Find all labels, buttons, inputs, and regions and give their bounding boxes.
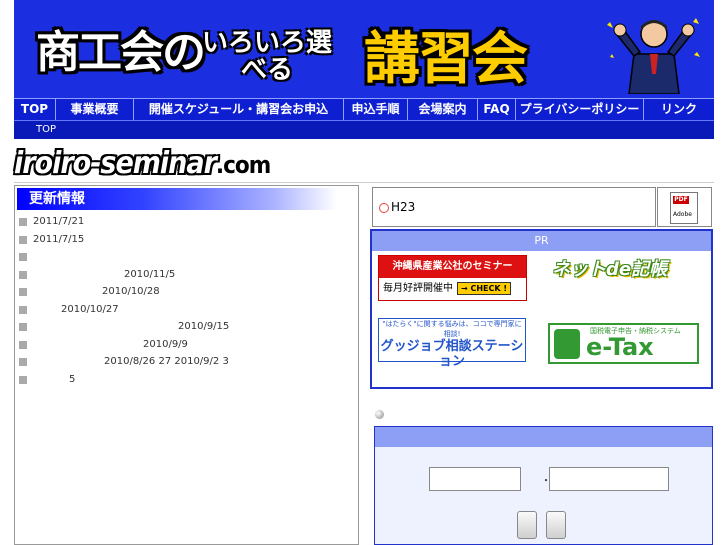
ad-okinawa-title: 沖縄県産業公社のセミナー	[379, 256, 526, 278]
notice-text: H23	[391, 200, 416, 214]
nav-item-4[interactable]: 会場案内	[408, 99, 478, 120]
site-logo-row: iroiro-seminar.com	[14, 141, 714, 183]
etax-figure-icon	[554, 329, 580, 359]
square-bullet-icon	[19, 253, 27, 261]
nav-item-7[interactable]: リンク	[644, 99, 714, 120]
header-banner: 商工会の いろいろ選べる 講習会	[14, 0, 714, 98]
site-logo-tld: .com	[215, 151, 271, 179]
login-panel: ・	[374, 426, 713, 545]
breadcrumb-top-link[interactable]: TOP	[36, 124, 56, 135]
update-item[interactable]: 2011/7/21	[19, 214, 349, 232]
ad-etax-title: e-Tax	[586, 333, 654, 361]
businessman-mascot-icon	[607, 18, 700, 94]
banner-title-1: 商工会の	[36, 27, 206, 78]
banner-title-2: いろいろ選べる	[201, 28, 332, 85]
square-bullet-icon	[19, 340, 27, 349]
update-item[interactable]: 2011/7/15	[19, 232, 349, 250]
nav-item-1[interactable]: 事業概要	[56, 99, 134, 120]
update-text: 5	[69, 373, 76, 385]
update-text: 2010/9/9	[143, 338, 188, 350]
update-item[interactable]: 2010/11/5	[19, 267, 349, 285]
square-bullet-icon	[19, 323, 27, 331]
square-bullet-icon	[19, 218, 27, 226]
site-logo-name: iroiro-seminar	[14, 146, 217, 181]
square-bullet-icon	[19, 288, 27, 296]
nav-item-0[interactable]: TOP	[14, 99, 56, 120]
update-item[interactable]: 2010/10/28	[19, 284, 349, 302]
reset-button[interactable]	[546, 511, 566, 539]
update-item[interactable]: 2010/10/27	[19, 302, 349, 320]
updates-list: 2011/7/21 2011/7/15 2010/11/5 2010/10/28 201…	[19, 214, 349, 389]
square-bullet-icon	[19, 305, 27, 314]
round-bullet-icon	[375, 410, 384, 419]
update-text: 2010/10/28	[102, 286, 160, 297]
nav-item-6[interactable]: プライバシーポリシー	[516, 99, 644, 120]
pr-box: PR 沖縄県産業公社のセミナー 毎月好評開催中 → CHECK ! ネットde記帳…	[370, 229, 713, 389]
pr-header: PR	[372, 231, 711, 251]
update-text: 2010/8/26 27 2010/9/2 3	[104, 356, 229, 367]
updates-panel: 更新情報 2011/7/21 2011/7/15 2010/11/5 2010/10/…	[14, 185, 359, 545]
nav-item-2[interactable]: 開催スケジュール・講習会お申込	[134, 99, 344, 120]
password-input[interactable]	[549, 467, 669, 491]
pdf-download-box[interactable]: PDF Adobe	[657, 187, 712, 227]
updates-title: 更新情報	[29, 191, 85, 207]
nav-item-3[interactable]: 申込手順	[344, 99, 408, 120]
square-bullet-icon	[19, 375, 27, 384]
login-header	[375, 427, 712, 447]
update-item[interactable]: 5	[19, 372, 349, 390]
ad-goodjob-top: "はたらく"に関する悩みは、ココで専門家に相談!	[382, 320, 522, 338]
square-bullet-icon	[19, 235, 27, 244]
square-bullet-icon	[19, 358, 27, 366]
ad-etax[interactable]: 国税電子申告・納税システム e-Tax	[548, 323, 699, 364]
update-text: 2010/10/27	[61, 303, 119, 315]
main-nav: TOP 事業概要 開催スケジュール・講習会お申込 申込手順 会場案内 FAQ プライバシーポ…	[14, 98, 714, 120]
notice-box[interactable]: H23	[372, 187, 656, 227]
ad-okinawa-check: → CHECK !	[457, 282, 512, 295]
ad-net-de-kicho[interactable]: ネットde記帳	[552, 255, 692, 289]
update-text: 2010/11/5	[124, 268, 176, 280]
pdf-file-icon[interactable]: PDF Adobe	[670, 192, 698, 224]
breadcrumb: TOP	[14, 120, 714, 139]
update-item[interactable]	[19, 249, 349, 267]
login-button[interactable]	[517, 511, 537, 539]
square-bullet-icon	[19, 270, 27, 279]
ad-okinawa-sub: 毎月好評開催中	[383, 283, 453, 294]
pdf-label: Adobe	[673, 211, 692, 218]
update-text: 2010/9/15	[178, 321, 230, 332]
ad-goodjob-station[interactable]: "はたらく"に関する悩みは、ココで専門家に相談! グッジョブ相談ステーション	[378, 318, 526, 369]
update-item[interactable]: 2010/9/15	[19, 319, 349, 337]
nav-item-5[interactable]: FAQ	[478, 99, 516, 120]
update-text: 2011/7/21	[33, 216, 85, 227]
circle-bullet-icon	[379, 203, 389, 213]
update-item[interactable]: 2010/8/26 27 2010/9/2 3	[19, 354, 349, 372]
pdf-tag: PDF	[673, 196, 689, 204]
ad-goodjob-main: グッジョブ相談ステーション	[380, 339, 524, 369]
update-item[interactable]: 2010/9/9	[19, 337, 349, 355]
banner-title-3: 講習会	[364, 27, 528, 92]
user-id-input[interactable]	[429, 467, 521, 491]
update-text: 2011/7/15	[33, 233, 85, 245]
site-logo[interactable]: iroiro-seminar.com	[14, 146, 271, 181]
ad-okinawa-seminar[interactable]: 沖縄県産業公社のセミナー 毎月好評開催中 → CHECK !	[378, 255, 527, 301]
updates-header: 更新情報	[17, 188, 337, 210]
ad-netde-text: ネットde記帳	[552, 259, 668, 280]
